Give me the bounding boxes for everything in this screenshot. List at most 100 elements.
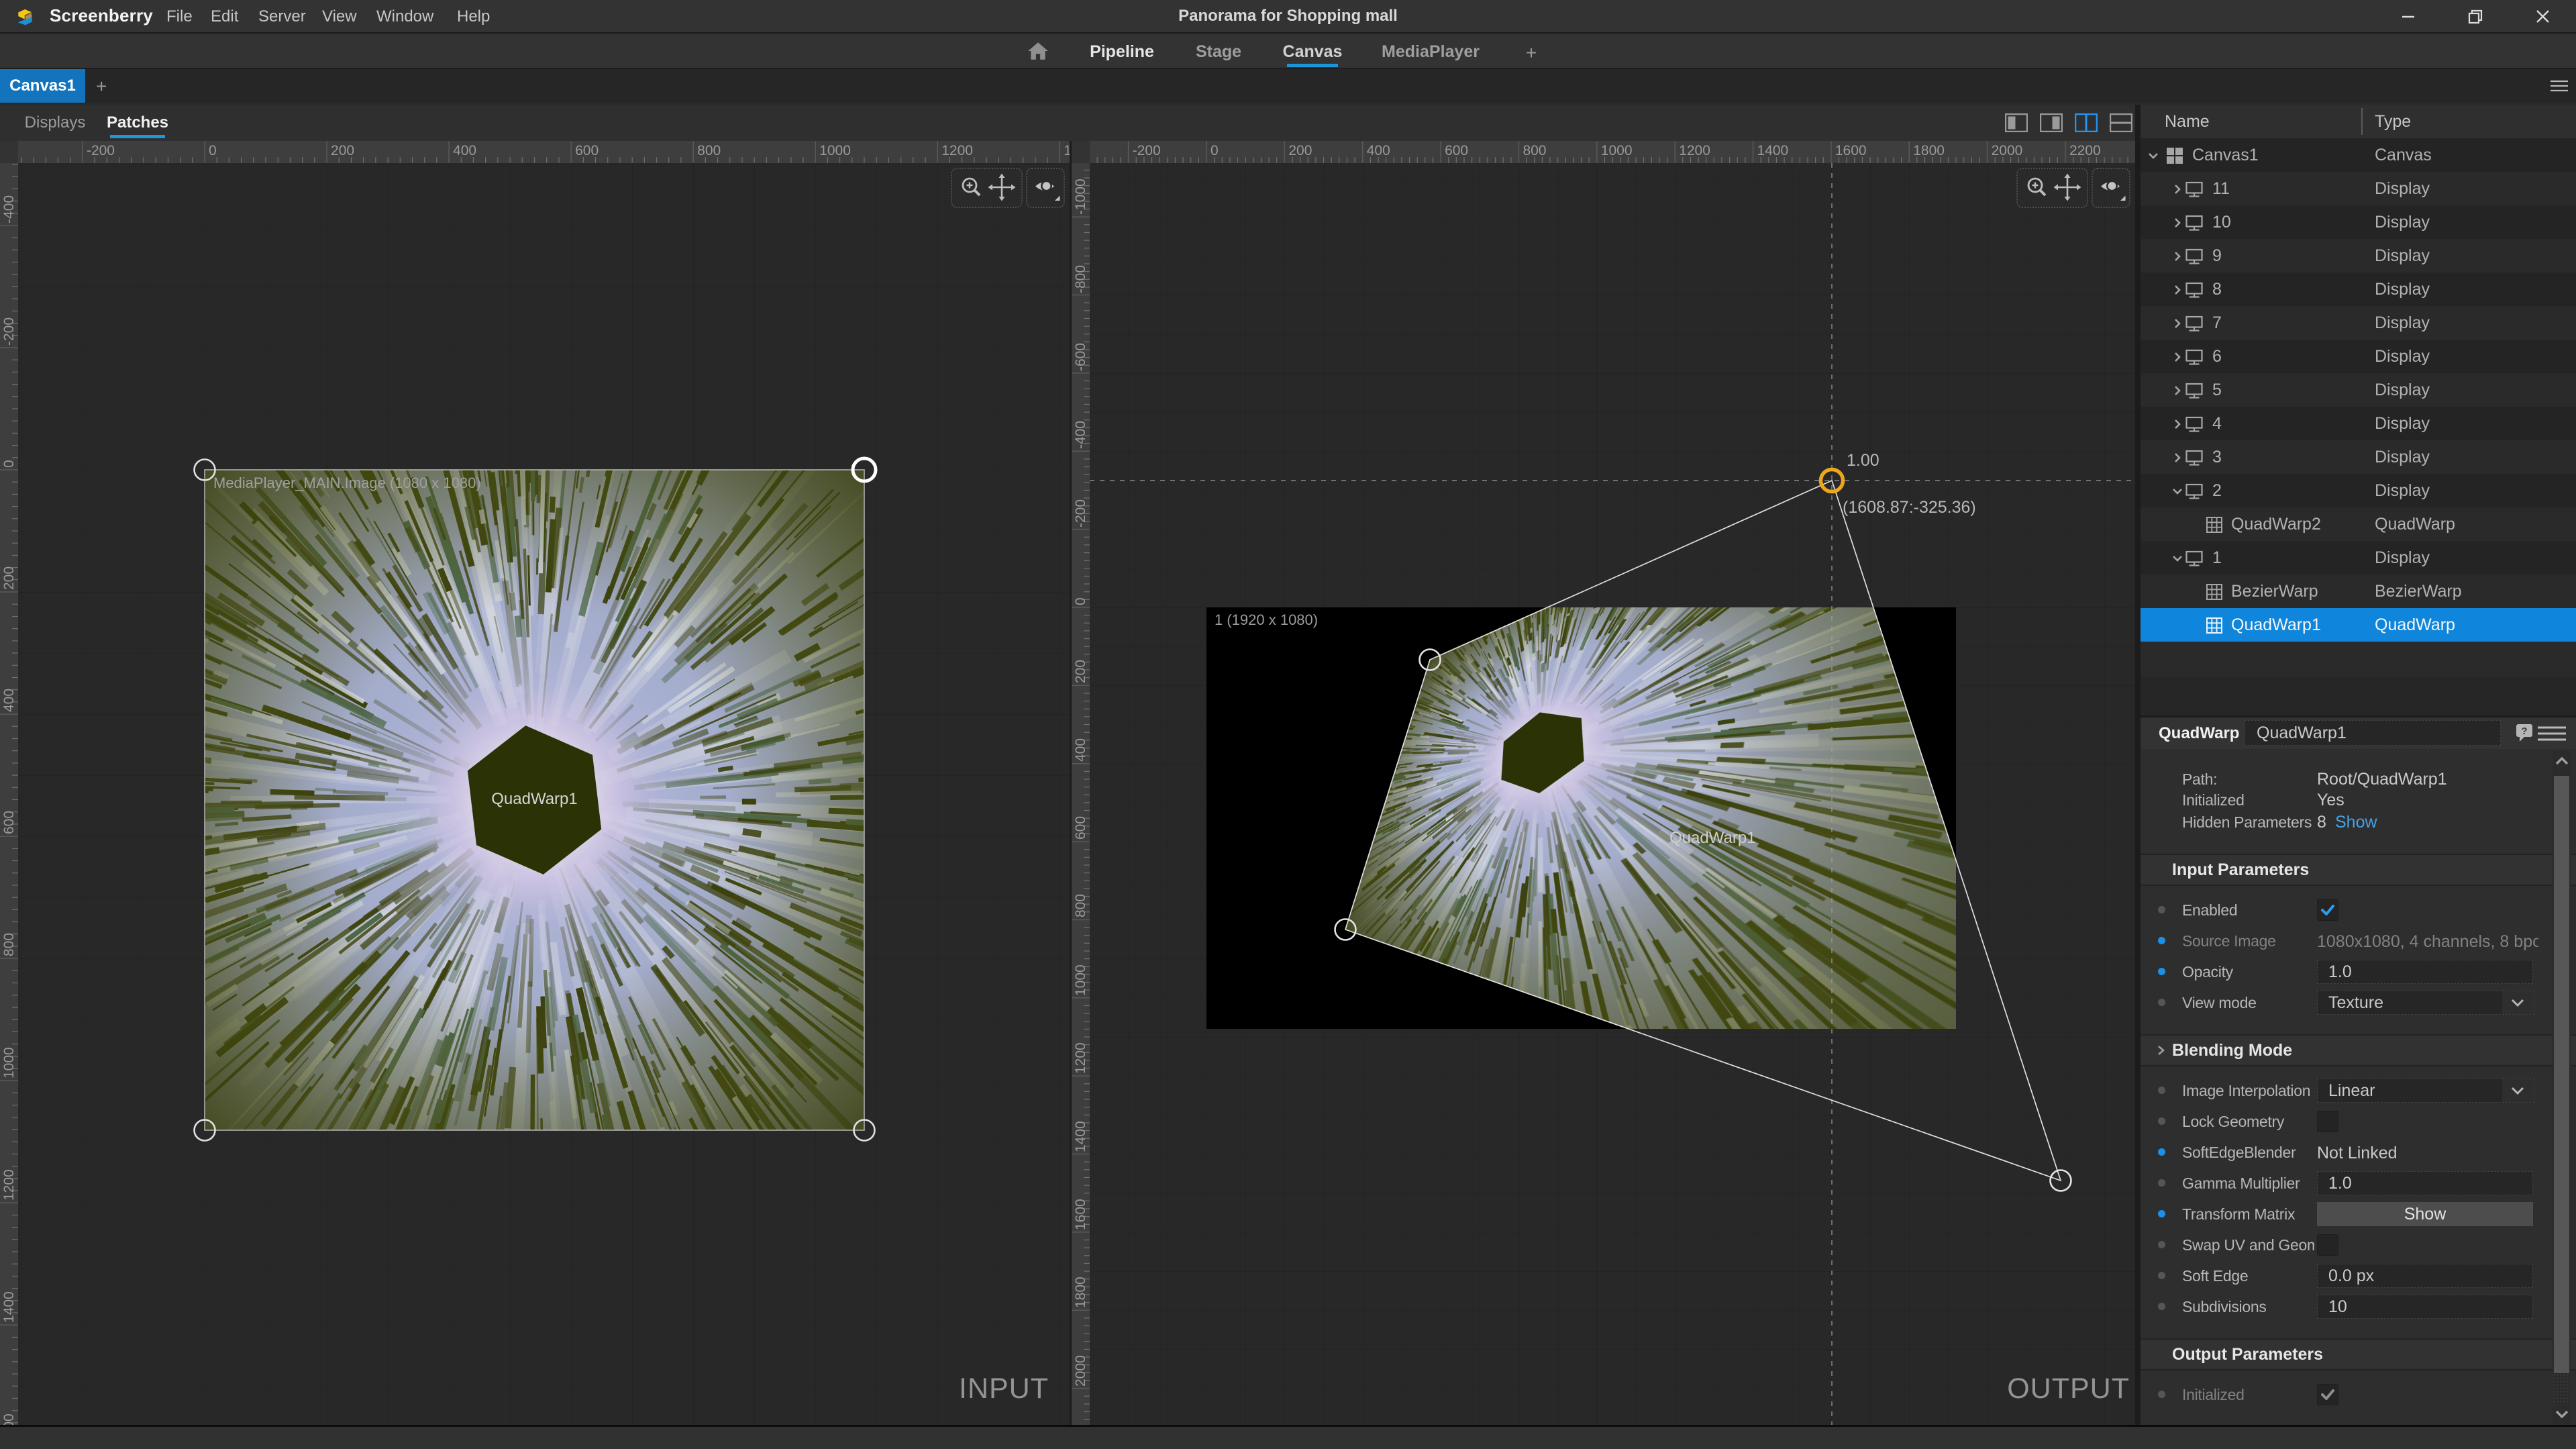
layout-right-panel-button[interactable]	[2040, 113, 2063, 132]
param-checkbox[interactable]	[2317, 899, 2338, 921]
tree-row-11[interactable]: 11Display	[2141, 172, 2576, 205]
layout-left-panel-button[interactable]	[2005, 113, 2028, 132]
tree-row-6[interactable]: 6Display	[2141, 340, 2576, 373]
output-canvas[interactable]: 1 (1920 x 1080)QuadWarp11.00(1608.87:-32…	[1090, 163, 2135, 1425]
tree-row-canvas1[interactable]: Canvas1Canvas	[2141, 138, 2576, 172]
close-button[interactable]	[2512, 0, 2573, 32]
display-output-rect[interactable]	[1206, 607, 1956, 1029]
tree-row-bezierwarp[interactable]: BezierWarpBezierWarp	[2141, 574, 2576, 608]
param-link-dot[interactable]	[2158, 1210, 2165, 1217]
tree-expander-down-icon[interactable]	[2171, 485, 2183, 497]
tree-column-type[interactable]: Type	[2375, 112, 2411, 132]
tree-expander-down-icon[interactable]	[2147, 150, 2159, 162]
tree-column-divider[interactable]	[2361, 108, 2363, 135]
param-link-dot[interactable]	[2158, 937, 2165, 944]
quad-corner-handle-selected[interactable]	[1821, 470, 1843, 492]
nav-mediaplayer[interactable]: MediaPlayer	[1382, 42, 1480, 62]
properties-scrollbar[interactable]	[2553, 750, 2571, 1425]
param-link-dot[interactable]	[2158, 1391, 2165, 1398]
tab-add-button[interactable]: +	[96, 76, 107, 97]
panel-menu-icon[interactable]	[2551, 79, 2568, 93]
node-name-field[interactable]: QuadWarp1	[2245, 720, 2501, 746]
zoom-pan-tools[interactable]	[951, 168, 1023, 208]
select-chevron-button[interactable]	[2501, 1079, 2534, 1102]
tree-row-7[interactable]: 7Display	[2141, 306, 2576, 340]
param-link-dot[interactable]	[2158, 1179, 2165, 1187]
param-link-dot[interactable]	[2158, 1241, 2165, 1248]
tree-row-8[interactable]: 8Display	[2141, 272, 2576, 306]
param-link-dot[interactable]	[2158, 1148, 2165, 1156]
ruler-label: 0	[1210, 143, 1219, 159]
tree-expander-right-icon[interactable]	[2171, 385, 2183, 397]
input-canvas[interactable]: MediaPlayer_MAIN.Image (1080 x 1080)Quad…	[18, 163, 1070, 1425]
minimize-button[interactable]	[2377, 0, 2439, 32]
properties-menu-icon[interactable]	[2538, 726, 2566, 742]
param-checkbox[interactable]	[2317, 1234, 2338, 1256]
home-icon[interactable]	[1027, 41, 1049, 61]
param-button[interactable]: Show	[2317, 1202, 2533, 1226]
canvastab-patches[interactable]: Patches	[107, 113, 168, 132]
tree-row-5[interactable]: 5Display	[2141, 373, 2576, 407]
tree-row-4[interactable]: 4Display	[2141, 407, 2576, 440]
help-comment-icon[interactable]: ?	[2516, 723, 2533, 742]
tree-expander-right-icon[interactable]	[2171, 418, 2183, 430]
nav-pipeline[interactable]: Pipeline	[1090, 42, 1154, 62]
scroll-down-icon[interactable]	[2554, 1409, 2570, 1419]
canvastab-displays[interactable]: Displays	[25, 113, 86, 132]
tree-expander-right-icon[interactable]	[2171, 317, 2183, 330]
select-chevron-button[interactable]	[2501, 991, 2534, 1014]
tree-expander-right-icon[interactable]	[2171, 250, 2183, 262]
tree-expander-down-icon[interactable]	[2171, 552, 2183, 564]
param-link-dot[interactable]	[2158, 968, 2165, 975]
visibility-tool[interactable]	[1026, 168, 1065, 208]
tree-row-name: 1	[2212, 548, 2222, 568]
param-link-dot[interactable]	[2158, 1303, 2165, 1310]
nav-canvas[interactable]: Canvas	[1283, 42, 1343, 62]
tree-row-2[interactable]: 2Display	[2141, 474, 2576, 507]
tree-row-quadwarp2[interactable]: QuadWarp2QuadWarp	[2141, 507, 2576, 541]
param-input[interactable]: 1.0	[2317, 1171, 2533, 1195]
tree-expander-right-icon[interactable]	[2171, 351, 2183, 363]
tree-expander-right-icon[interactable]	[2171, 183, 2183, 195]
param-input[interactable]: 0.0 px	[2317, 1264, 2533, 1288]
show-hidden-link[interactable]: Show	[2335, 813, 2377, 832]
scrollbar-thumb[interactable]	[2554, 776, 2569, 1373]
tree-row-quadwarp1[interactable]: QuadWarp1QuadWarp	[2141, 608, 2576, 642]
layout-split-vertical-button[interactable]	[2075, 113, 2098, 132]
tree-expander-right-icon[interactable]	[2171, 217, 2183, 229]
tree-row-9[interactable]: 9Display	[2141, 239, 2576, 272]
tree-expander-right-icon[interactable]	[2171, 452, 2183, 464]
section-output-parameters[interactable]: Output Parameters	[2141, 1338, 2576, 1370]
nav-add-button[interactable]: +	[1526, 42, 1537, 64]
param-link-dot[interactable]	[2158, 999, 2165, 1006]
scroll-up-icon[interactable]	[2554, 756, 2570, 766]
ruler-label: 0	[1072, 532, 1089, 605]
tree-row-3[interactable]: 3Display	[2141, 440, 2576, 474]
param-link-dot[interactable]	[2158, 906, 2165, 913]
param-link-dot[interactable]	[2158, 1087, 2165, 1094]
properties-body: Path:Root/QuadWarp1InitializedYesHidden …	[2141, 749, 2576, 1425]
param-link-dot[interactable]	[2158, 1117, 2165, 1125]
param-input[interactable]: 10	[2317, 1295, 2533, 1319]
layout-split-horizontal-button[interactable]	[2110, 113, 2132, 132]
pane-divider[interactable]	[2135, 105, 2141, 1425]
section-blending-mode[interactable]: Blending Mode	[2141, 1034, 2576, 1066]
visibility-tool[interactable]	[2092, 168, 2130, 208]
zoom-pan-tools[interactable]	[2016, 168, 2088, 208]
param-link-dot[interactable]	[2158, 1272, 2165, 1279]
tree-row-10[interactable]: 10Display	[2141, 205, 2576, 239]
param-input[interactable]: 1.0	[2317, 960, 2533, 984]
param-checkbox[interactable]	[2317, 1384, 2338, 1405]
tab-canvas1[interactable]: Canvas1	[0, 69, 85, 103]
tree-row-1[interactable]: 1Display	[2141, 541, 2576, 574]
restore-button[interactable]	[2444, 0, 2506, 32]
tree-column-name[interactable]: Name	[2165, 112, 2210, 132]
tree-expander-right-icon[interactable]	[2171, 284, 2183, 296]
section-expander-icon[interactable]	[2156, 1044, 2167, 1056]
nav-stage[interactable]: Stage	[1196, 42, 1241, 62]
param-checkbox[interactable]	[2317, 1111, 2338, 1132]
param-select[interactable]: Texture	[2317, 991, 2534, 1015]
param-select[interactable]: Linear	[2317, 1079, 2534, 1103]
quad-corner-handle[interactable]	[2051, 1170, 2071, 1191]
section-input-parameters[interactable]: Input Parameters	[2141, 854, 2576, 886]
